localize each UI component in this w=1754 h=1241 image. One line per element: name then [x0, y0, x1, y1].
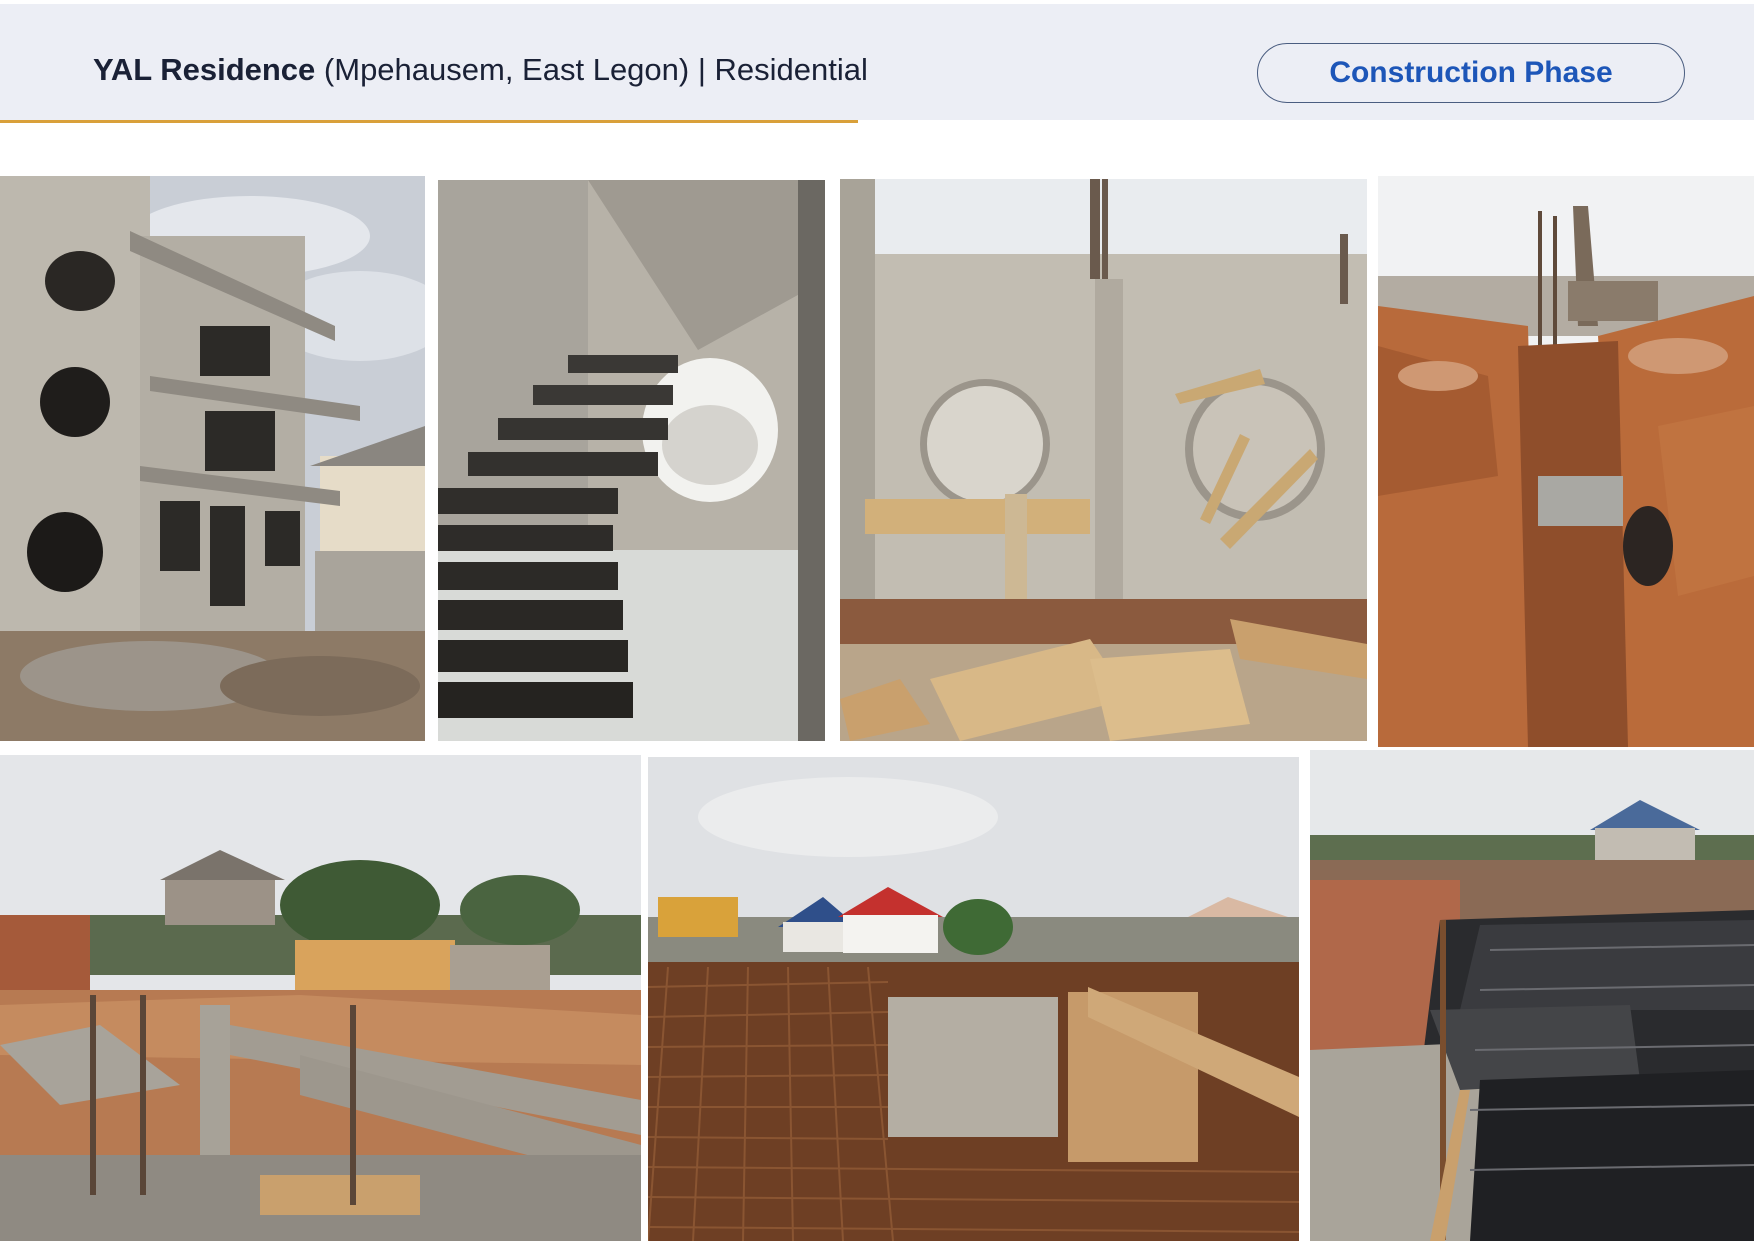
photo-slab-membrane-rebar: slab-membrane-rebar	[1310, 750, 1754, 1241]
construction-phase-badge: Construction Phase	[1257, 43, 1685, 103]
project-name: YAL Residence	[93, 52, 316, 87]
page-title: YAL Residence (Mpehausem, East Legon) | …	[93, 52, 868, 88]
photo-foundation-trench: foundation-trench	[1378, 176, 1754, 747]
photo-block-wall-circular-openings: block-wall-circular-openings	[840, 179, 1367, 741]
project-location: (Mpehausem, East Legon)	[323, 52, 690, 87]
photo-block-house-exterior: block-house-exterior	[0, 176, 425, 741]
page-header: YAL Residence (Mpehausem, East Legon) | …	[0, 4, 1754, 120]
title-separator: |	[697, 52, 706, 87]
photo-foundation-blockwork: foundation-blockwork	[0, 755, 641, 1241]
photo-concrete-staircase: concrete-staircase	[438, 180, 825, 741]
photo-rebar-grid-slab: rebar-grid-slab	[648, 757, 1299, 1241]
header-accent-line	[0, 120, 858, 123]
project-category: Residential	[714, 52, 868, 87]
